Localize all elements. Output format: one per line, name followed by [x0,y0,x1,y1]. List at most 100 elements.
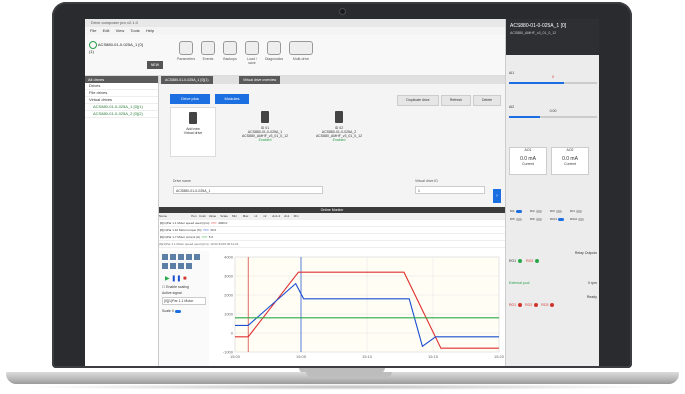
cursor-icon[interactable] [162,263,168,269]
card-status: Enabled [332,138,346,142]
tree-item-drive-1[interactable]: ACS880-01-0-025A_1 [0](1) [85,104,158,111]
tab-drive-1[interactable]: ACS880-01-0-025A_1 [0](1) [161,76,213,84]
virtual-drive-card-1[interactable]: ID 01 ACS880-01-0-025A_1 ACS880_AMHF_v3_… [233,107,297,155]
tree-file-drives[interactable]: File drives [85,90,158,97]
export-icon[interactable] [170,263,176,269]
laptop-base [6,372,679,384]
toggle-icon [577,217,584,221]
signal-name: [0](1)Par 1.10 Motor torque (%) [159,228,202,232]
drive-name-input[interactable]: ACS880-01-0-025A_1 [173,186,323,194]
signal-name: [0](1)Par 1.7 Motor current (A) [159,235,201,239]
pan-icon[interactable] [178,254,184,260]
virtual-drive-card-2[interactable]: ID 02 ACS880-01-0-025A_2 ACS880_AMHF_v3_… [307,107,371,155]
relay-1: RO1 [509,259,517,263]
y-tick-label: 3000 [224,274,234,279]
parameters-label: Parameters [177,57,196,61]
menu-view[interactable]: View [116,28,125,33]
fit-icon[interactable] [186,254,192,260]
tree-item-drive-2[interactable]: ACS880-01-0-025A_2 [0](2) [85,111,158,118]
modules-button[interactable]: Modules [215,94,249,104]
digital-input-di2[interactable]: DI2 [530,208,548,214]
toggle-icon [515,217,522,221]
ai2-slider[interactable] [509,116,597,118]
digital-input-di6[interactable]: DI6 [530,216,548,222]
col-pen: Pen [191,214,197,218]
multi-drive-button[interactable]: Multi-drive [287,41,315,61]
scale-control[interactable]: Scale X [159,306,209,316]
settings-icon[interactable] [186,263,192,269]
load-save-label: Load / save [247,57,257,65]
digital-input-dio2[interactable]: DIO2 [570,216,588,222]
pause-icon[interactable]: ❚❚ [171,276,181,282]
grid-icon[interactable] [194,254,200,260]
digital-input-label: DIO1 [550,217,558,221]
tab-virtual-overview[interactable]: Virtual drive overview [239,76,281,84]
signal-row[interactable]: [0](1)Par 1.7 Motor current (A) ━━━ 5.0 [159,234,505,241]
ribbon: ACS880-01-0-025A_1 [0] (1) NEW Parameter… [85,35,505,76]
backups-button[interactable]: Backups [221,41,239,61]
menu-tools[interactable]: Tools [130,28,139,33]
events-button[interactable]: Events [199,41,217,61]
signal-row[interactable]: [0](1)Par 1.1 Motor speed used (rpm) ━━━… [159,220,505,227]
digital-input-di5[interactable]: DI5 [510,216,528,222]
monitor-tools: ▶ ❚❚ ■ ☐ Enable scaling Active signal [0… [159,251,210,366]
print-icon[interactable] [178,263,184,269]
laptop-bezel: Drive composer pro v2.1.0 File Edit View… [52,2,632,368]
output-3: RO3 [541,303,549,307]
digital-input-dio1[interactable]: DIO1 [550,216,568,222]
digital-input-di3[interactable]: DI3 [550,208,568,214]
new-button[interactable]: NEW [147,61,163,69]
stop-icon[interactable]: ■ [183,276,187,282]
digital-input-label: DI6 [530,217,536,221]
zoom-out-icon[interactable] [170,254,176,260]
load-save-button[interactable]: Load / save [243,41,261,65]
diagnostics-button[interactable]: Diagnostics [265,41,283,61]
multi-drive-icon [289,41,313,55]
x-tick-label: 15:00 [230,354,241,359]
pen-swatch-icon: ━━━ [211,221,217,225]
menu-edit[interactable]: Edit [103,28,110,33]
play-icon[interactable]: ▶ [165,276,170,282]
diagnostics-icon [267,41,281,55]
signal-row[interactable]: [0](1)Par 1.10 Motor torque (%) ━━━ 30.0 [159,227,505,234]
chevron-right-icon[interactable]: › [493,189,501,203]
ai1-label: AI1 [509,71,515,75]
virtual-drive-id-input[interactable]: 1 [415,186,485,194]
menu-help[interactable]: Help [146,28,154,33]
tree-drives[interactable]: Drives [85,83,158,90]
active-signal-label: Active signal [162,291,182,295]
digital-input-di4[interactable]: DI4 [570,208,588,214]
drive-tree-header: All drives [85,76,158,83]
status-dot-icon [550,303,555,308]
add-virtual-drive-card[interactable]: Add new Virtual drive [170,107,216,157]
menu-file[interactable]: File [90,28,96,33]
drive-chip[interactable]: ACS880-01-0-025A_1 [0] (1) [89,41,145,63]
refresh-button[interactable]: Refresh [441,95,471,106]
col-min2: Min [293,214,299,218]
duplicate-drive-button[interactable]: Duplicate drive [397,95,439,106]
active-signal-select[interactable]: [0](1)Par 1.1 Motor [162,297,206,305]
drive-plus-button[interactable]: Drive plus [170,94,210,104]
digital-input-di1[interactable]: DI1 [510,208,528,214]
trend-plot[interactable]: 4000 3000 2000 1000 0 -1000 15:00 15:05 15:10 15:… [209,251,505,366]
signal-name: [0](1)Par 1.1 Motor speed used (rpm) [159,221,210,225]
signal-table-header: Name Pen Color Value Scale Min Max x1 x2… [159,213,505,220]
zoom-in-icon[interactable] [162,254,168,260]
parameters-button[interactable]: Parameters [177,41,195,61]
digital-input-label: DI1 [510,209,516,213]
drive-panel: ACS880-01-0-025A_1 [0] ACS880_AMHF_v3_01… [505,19,599,366]
laptop-shadow [20,384,665,390]
delete-button[interactable]: Delete [473,95,501,106]
ai1-slider[interactable] [509,82,597,84]
drive-icon [335,111,343,123]
card-line2: Virtual drive [183,131,203,135]
ai1-value: 0 [552,75,554,79]
external-pool: External pool 0 rpm [509,281,597,285]
signal-value: 30.0 [210,228,217,232]
col-dx1: Δx1 [284,214,290,218]
tree-virtual-drives[interactable]: Virtual drives [85,97,158,104]
relay-label: Relay Outputs [574,251,597,255]
drive-name-label: Drive name [173,179,191,183]
enable-scaling-label: Enable scaling [166,285,189,289]
toggle-icon [557,217,564,221]
